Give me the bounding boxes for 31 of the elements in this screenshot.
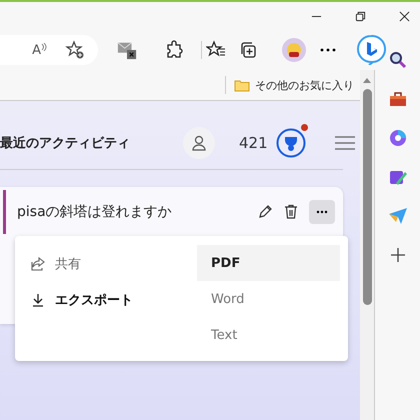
- restore-icon[interactable]: [355, 10, 366, 22]
- sound-waves-icon: [41, 42, 47, 50]
- menu-icon[interactable]: [335, 135, 355, 151]
- profile-avatar[interactable]: [282, 38, 306, 62]
- more-button[interactable]: [309, 200, 335, 224]
- scroll-up-icon[interactable]: [363, 78, 371, 83]
- folder-icon: [234, 78, 250, 92]
- submenu-item[interactable]: Text: [197, 317, 340, 353]
- scrollbar-thumb[interactable]: [362, 89, 372, 305]
- menu-item[interactable]: 共有: [31, 246, 197, 282]
- puzzle-icon[interactable]: [165, 40, 185, 60]
- edit-icon[interactable]: [257, 204, 273, 220]
- submenu-item[interactable]: Word: [197, 281, 340, 317]
- add-favorite-icon[interactable]: [65, 40, 85, 60]
- menu-item[interactable]: エクスポート: [31, 282, 197, 318]
- share-icon: [31, 257, 45, 271]
- read-aloud-button[interactable]: A: [32, 42, 47, 58]
- points-count: 421: [239, 134, 268, 152]
- submenu-item[interactable]: PDF: [197, 245, 340, 281]
- person-icon[interactable]: [183, 127, 215, 159]
- address-bar[interactable]: A: [0, 35, 98, 65]
- close-icon[interactable]: [399, 10, 410, 22]
- panel-title: 最近のアクティビティ: [0, 135, 131, 152]
- search-icon[interactable]: [388, 50, 408, 70]
- send-icon[interactable]: [388, 206, 408, 226]
- bookmark-folder[interactable]: その他のお気に入り: [234, 78, 354, 92]
- activity-title: pisaの斜塔は登れますか: [17, 203, 173, 221]
- more-icon: [316, 210, 328, 214]
- download-icon: [31, 293, 45, 307]
- mail-icon[interactable]: [117, 40, 137, 60]
- delete-icon[interactable]: [283, 204, 299, 220]
